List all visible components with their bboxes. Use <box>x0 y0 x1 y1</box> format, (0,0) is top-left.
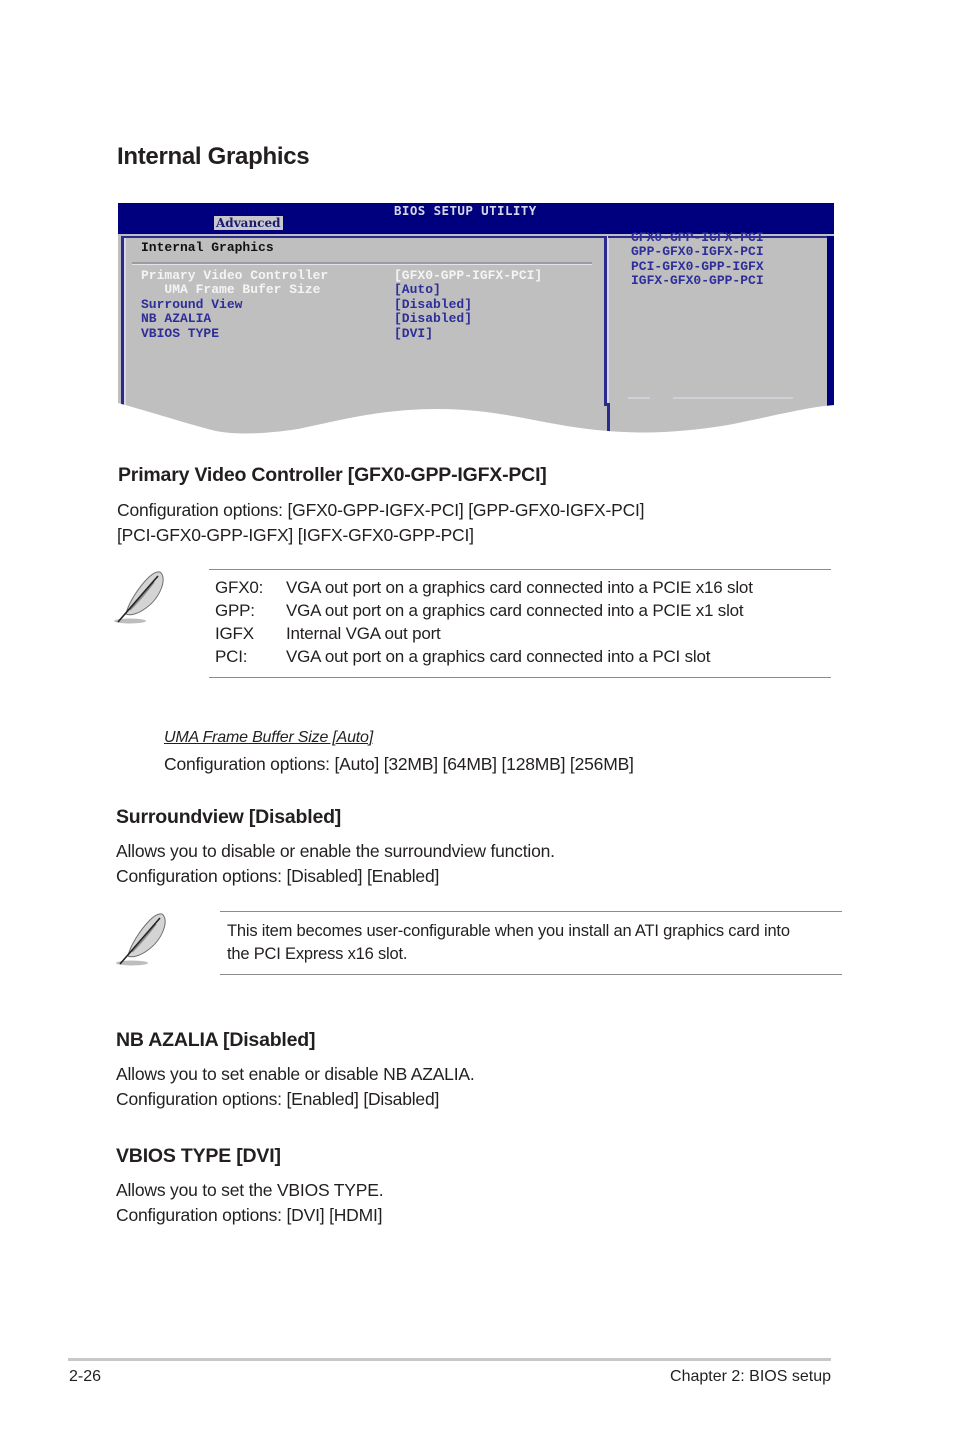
note-def-igfx: Internal VGA out port <box>286 624 441 643</box>
nb-azalia-options: Configuration options: [Enabled] [Disabl… <box>116 1089 440 1109</box>
nb-azalia-heading: NB AZALIA [Disabled] <box>116 1029 316 1051</box>
feather-note-icon <box>112 910 170 970</box>
nb-azalia-desc: Allows you to set enable or disable NB A… <box>116 1064 475 1084</box>
chapter-label: Chapter 2: BIOS setup <box>670 1368 831 1385</box>
bios-submenu-title: Internal Graphics <box>141 240 274 255</box>
bios-popup-option[interactable]: GPP-GFX0-IGFX-PCI <box>631 244 764 260</box>
bios-item-vbios-type[interactable]: VBIOS TYPE <box>141 326 219 342</box>
note-term-gfx0: GFX0: <box>215 578 264 597</box>
note-def-gfx0: VGA out port on a graphics card connecte… <box>286 578 753 597</box>
footer-rule <box>68 1358 831 1361</box>
primary-video-options-line1: Configuration options: [GFX0-GPP-IGFX-PC… <box>117 500 645 520</box>
vbios-options: Configuration options: [DVI] [HDMI] <box>116 1205 383 1225</box>
note-text-line2: the PCI Express x16 slot. <box>227 945 408 963</box>
note-def-gpp: VGA out port on a graphics card connecte… <box>286 601 744 620</box>
primary-video-heading: Primary Video Controller [GFX0-GPP-IGFX-… <box>118 464 547 486</box>
bios-item-nb-azalia[interactable]: NB AZALIA <box>141 311 211 327</box>
note-text-line1: This item becomes user-configurable when… <box>227 922 790 940</box>
page-number: 2-26 <box>69 1368 102 1385</box>
uma-subheading: UMA Frame Buffer Size [Auto] <box>164 729 373 746</box>
primary-video-options-line2: [PCI-GFX0-GPP-IGFX] [IGFX-GFX0-GPP-PCI] <box>117 525 474 545</box>
bios-value-vbios-type[interactable]: [DVI] <box>394 326 433 342</box>
vbios-heading: VBIOS TYPE [DVI] <box>116 1145 281 1167</box>
uma-options: Configuration options: [Auto] [32MB] [64… <box>164 754 634 774</box>
bios-utility-title: BIOS SETUP UTILITY <box>394 203 537 218</box>
bios-popup-option[interactable]: IGFX-GFX0-GPP-PCI <box>631 273 764 289</box>
surroundview-desc: Allows you to disable or enable the surr… <box>116 841 555 861</box>
bios-screenshot: BIOS SETUP UTILITY Advanced Internal Gra… <box>118 203 834 435</box>
note-top-rule <box>209 569 831 570</box>
bios-item-uma-frame-buffer-size[interactable]: UMA Frame Bufer Size <box>141 282 320 298</box>
bios-value-nb-azalia[interactable]: [Disabled] <box>394 311 472 327</box>
surroundview-options: Configuration options: [Disabled] [Enabl… <box>116 866 440 886</box>
note-def-pci: VGA out port on a graphics card connecte… <box>286 647 711 666</box>
note-term-gpp: GPP: <box>215 601 255 620</box>
note-bottom-rule <box>209 677 831 678</box>
section-title: Internal Graphics <box>117 143 310 170</box>
bios-value-uma-frame-buffer-size[interactable]: [Auto] <box>394 282 441 298</box>
note-top-rule <box>220 911 842 912</box>
note-bottom-rule <box>220 974 842 975</box>
feather-note-icon <box>110 568 168 628</box>
note-term-igfx: IGFX <box>215 624 254 643</box>
vbios-desc: Allows you to set the VBIOS TYPE. <box>116 1180 384 1200</box>
surroundview-heading: Surroundview [Disabled] <box>116 806 342 828</box>
bios-tab-advanced[interactable]: Advanced <box>214 216 283 230</box>
note-term-pci: PCI: <box>215 647 248 666</box>
